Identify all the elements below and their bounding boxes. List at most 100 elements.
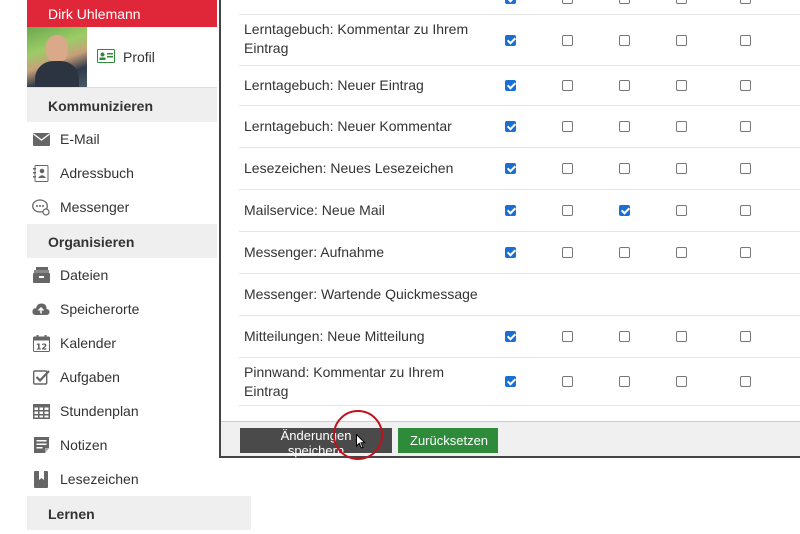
checkbox[interactable] xyxy=(676,80,687,91)
checkbox[interactable] xyxy=(676,121,687,132)
checkbox[interactable] xyxy=(505,376,516,387)
sidebar-item-notizen[interactable]: Notizen xyxy=(27,428,217,462)
section-organisieren[interactable]: Organisieren xyxy=(27,224,217,258)
timetable-grid-icon xyxy=(32,402,50,420)
checkbox[interactable] xyxy=(676,35,687,46)
checkbox[interactable] xyxy=(562,331,573,342)
sidebar-item-messenger[interactable]: Messenger xyxy=(27,190,217,224)
envelope-icon xyxy=(32,130,50,148)
checkbox[interactable] xyxy=(505,0,516,4)
checkbox[interactable] xyxy=(740,205,751,216)
checkbox[interactable] xyxy=(505,205,516,216)
checkbox[interactable] xyxy=(676,376,687,387)
sidebar-item-dateien[interactable]: Dateien xyxy=(27,258,217,292)
setting-label: Lerntagebuch: Neuer Kommentar xyxy=(244,118,452,134)
setting-label: Mailservice: Neue Mail xyxy=(244,202,385,218)
checkbox[interactable] xyxy=(562,121,573,132)
mouse-cursor-icon xyxy=(356,433,367,454)
sidebar: Dirk Uhlemann Profil Kommunizieren E-Mai… xyxy=(27,0,251,530)
checkbox[interactable] xyxy=(676,331,687,342)
sidebar-item-speicherorte[interactable]: Speicherorte xyxy=(27,292,217,326)
sidebar-item-stundenplan[interactable]: Stundenplan xyxy=(27,394,217,428)
checkbox[interactable] xyxy=(740,80,751,91)
sidebar-item-label: Speicherorte xyxy=(60,301,140,317)
sidebar-item-label: E-Mail xyxy=(60,131,100,147)
checkbox[interactable] xyxy=(505,247,516,258)
checkbox[interactable] xyxy=(676,163,687,174)
table-row-partial xyxy=(239,0,800,15)
checkbox[interactable] xyxy=(562,35,573,46)
checkbox[interactable] xyxy=(562,80,573,91)
sidebar-item-adressbuch[interactable]: Adressbuch xyxy=(27,156,217,190)
sidebar-item-label: Notizen xyxy=(60,437,108,453)
table-row: Lerntagebuch: Neuer Kommentar xyxy=(239,106,800,148)
checkbox[interactable] xyxy=(505,35,516,46)
sidebar-item-aufgaben[interactable]: Aufgaben xyxy=(27,360,217,394)
checkbox[interactable] xyxy=(619,163,630,174)
id-card-icon xyxy=(97,48,115,66)
sidebar-item-label: Kalender xyxy=(60,335,117,351)
note-icon xyxy=(32,436,50,454)
setting-label: Lerntagebuch: Neuer Eintrag xyxy=(244,77,424,93)
calendar-icon: 12 xyxy=(32,334,50,352)
sidebar-item-email[interactable]: E-Mail xyxy=(27,122,217,156)
sidebar-item-label: Dateien xyxy=(60,267,109,283)
checkbox[interactable] xyxy=(505,331,516,342)
checkbox[interactable] xyxy=(562,376,573,387)
checkbox[interactable] xyxy=(562,0,573,4)
section-lernen[interactable]: Lernen xyxy=(27,496,251,530)
sidebar-item-label: Lesezeichen xyxy=(60,471,139,487)
checkbox[interactable] xyxy=(562,247,573,258)
checkbox[interactable] xyxy=(505,163,516,174)
profile-row: Profil xyxy=(27,27,217,88)
checkbox[interactable] xyxy=(676,247,687,258)
checkbox[interactable] xyxy=(562,205,573,216)
checkbox[interactable] xyxy=(740,35,751,46)
sidebar-item-kalender[interactable]: 12 Kalender xyxy=(27,326,217,360)
checkbox[interactable] xyxy=(740,163,751,174)
user-name: Dirk Uhlemann xyxy=(48,6,141,22)
reset-button[interactable]: Zurücksetzen xyxy=(398,428,498,453)
table-row: Messenger: Aufnahme xyxy=(239,232,800,274)
user-name-bar[interactable]: Dirk Uhlemann xyxy=(27,0,217,27)
checkbox-task-icon xyxy=(32,368,50,386)
table-row: Mitteilungen: Neue Mitteilung xyxy=(239,316,800,358)
checkbox[interactable] xyxy=(619,331,630,342)
setting-label: Messenger: Aufnahme xyxy=(244,244,385,260)
checkbox[interactable] xyxy=(619,205,630,216)
table-row: Mailservice: Neue Mail xyxy=(239,190,800,232)
table-row: Lesezeichen: Neues Lesezeichen xyxy=(239,148,800,190)
checkbox[interactable] xyxy=(619,247,630,258)
sidebar-item-label: Messenger xyxy=(60,199,130,215)
checkbox[interactable] xyxy=(740,0,751,4)
table-row: Messenger: Wartende Quickmessage xyxy=(239,274,800,316)
checkbox[interactable] xyxy=(562,163,573,174)
checkbox[interactable] xyxy=(619,35,630,46)
page: Dirk Uhlemann Profil Kommunizieren E-Mai… xyxy=(0,0,800,534)
checkbox[interactable] xyxy=(740,121,751,132)
sidebar-item-lesezeichen[interactable]: Lesezeichen xyxy=(27,462,217,496)
checkbox[interactable] xyxy=(740,331,751,342)
checkbox[interactable] xyxy=(619,80,630,91)
setting-label: Pinnwand: Kommentar zu Ihrem Eintrag xyxy=(244,364,444,399)
section-kommunizieren[interactable]: Kommunizieren xyxy=(27,88,217,122)
setting-label: Messenger: Wartende Quickmessage xyxy=(244,286,478,302)
setting-label: Lerntagebuch: Kommentar zu Ihrem Eintrag xyxy=(244,21,469,56)
checkbox[interactable] xyxy=(619,376,630,387)
checkbox[interactable] xyxy=(740,376,751,387)
address-book-icon xyxy=(32,164,50,182)
notification-settings-panel: Lerntagebuch: Kommentar zu Ihrem Eintrag… xyxy=(219,0,800,458)
checkbox[interactable] xyxy=(505,80,516,91)
checkbox[interactable] xyxy=(619,0,630,4)
table-row: Lerntagebuch: Kommentar zu Ihrem Eintrag xyxy=(239,15,800,66)
form-footer: Änderungen speichern Zurücksetzen xyxy=(221,421,800,458)
avatar[interactable] xyxy=(27,27,87,87)
profile-link[interactable]: Profil xyxy=(97,48,155,66)
checkbox[interactable] xyxy=(505,121,516,132)
checkbox[interactable] xyxy=(740,247,751,258)
checkbox[interactable] xyxy=(676,0,687,4)
checkbox[interactable] xyxy=(676,205,687,216)
sidebar-item-label: Stundenplan xyxy=(60,403,139,419)
checkbox[interactable] xyxy=(619,121,630,132)
cloud-upload-icon xyxy=(32,300,50,318)
